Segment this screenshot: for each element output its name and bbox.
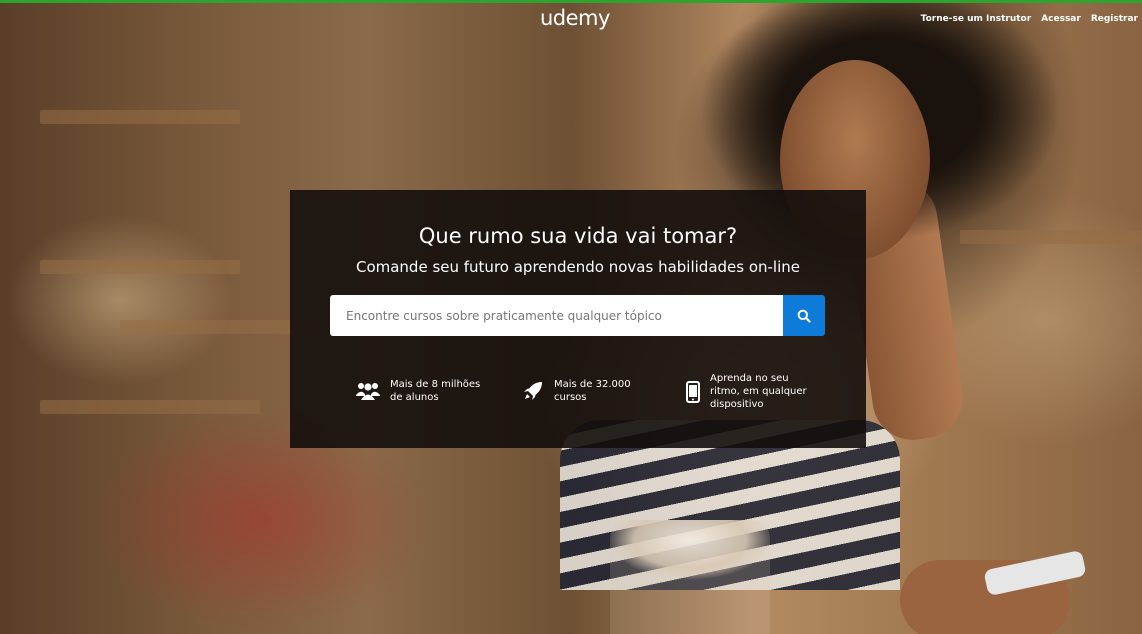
background-shelf <box>40 400 260 414</box>
smartphone-icon <box>686 380 700 403</box>
background-cup <box>610 520 770 634</box>
feature-students: Mais de 8 milhões de alunos <box>356 378 480 404</box>
header-nav: Torne-se um Instrutor Acessar Registrar <box>921 14 1138 24</box>
search-input[interactable] <box>330 295 783 336</box>
feature-students-text: Mais de 8 milhões de alunos <box>390 379 481 403</box>
landing-page: udemy Torne-se um Instrutor Acessar Regi… <box>0 0 1142 634</box>
search-button[interactable] <box>783 295 825 336</box>
search-icon <box>797 309 811 323</box>
course-search <box>330 295 825 336</box>
feature-courses: Mais de 32.000 cursos <box>522 378 631 404</box>
hero-panel: Que rumo sua vida vai tomar? Comande seu… <box>290 190 866 448</box>
users-icon <box>356 383 380 400</box>
nav-login-link[interactable]: Acessar <box>1041 14 1081 24</box>
feature-devices-text: Aprenda no seu ritmo, em qualquer dispos… <box>710 373 807 410</box>
hero-title: Que rumo sua vida vai tomar? <box>418 224 738 248</box>
feature-courses-text: Mais de 32.000 cursos <box>554 379 631 403</box>
rocket-icon <box>524 382 542 400</box>
feature-devices: Aprenda no seu ritmo, em qualquer dispos… <box>686 372 807 411</box>
udemy-logo[interactable]: udemy <box>540 6 610 30</box>
hero-subtitle: Comande seu futuro aprendendo novas habi… <box>355 258 801 276</box>
top-border <box>0 0 1142 3</box>
background-shelf <box>40 110 240 124</box>
nav-register-link[interactable]: Registrar <box>1091 14 1138 24</box>
nav-become-instructor-link[interactable]: Torne-se um Instrutor <box>921 14 1032 24</box>
background-shelf <box>40 260 240 274</box>
